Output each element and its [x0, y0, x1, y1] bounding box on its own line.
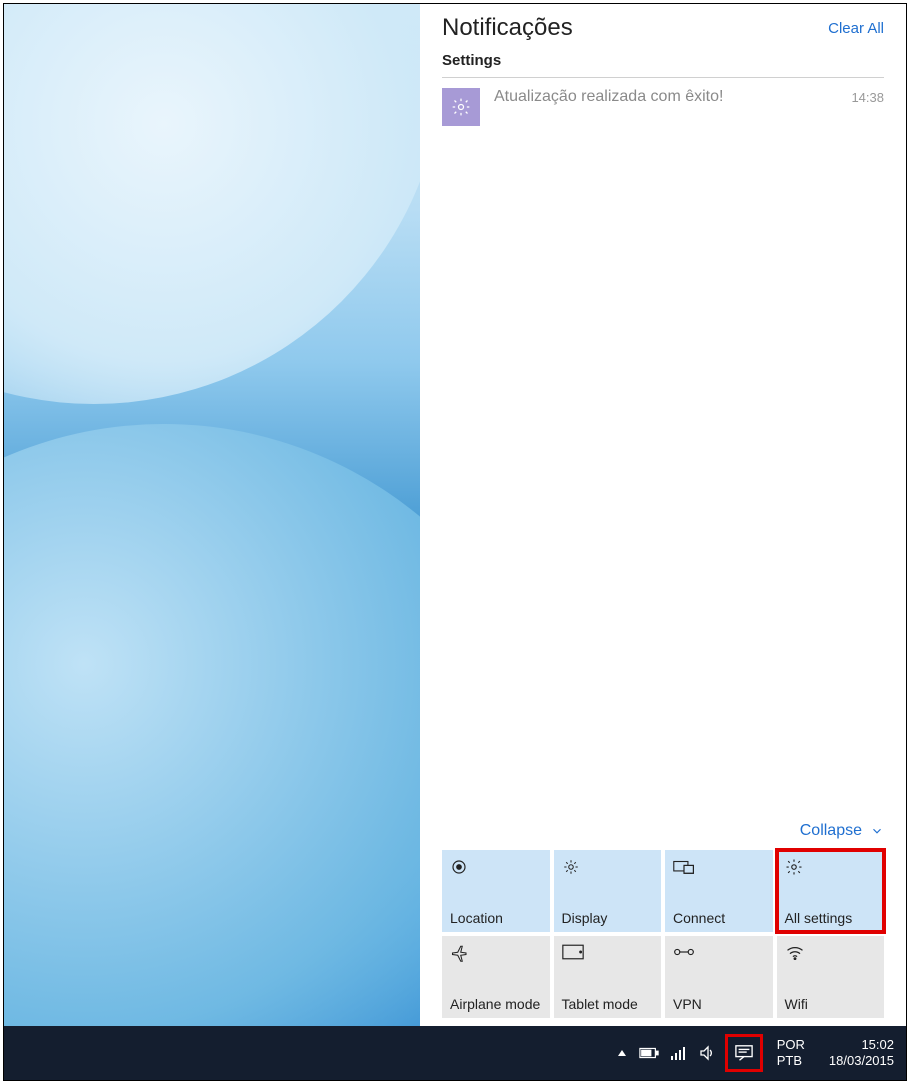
tile-label: Location — [450, 910, 542, 926]
notification-item[interactable]: Atualização realizada com êxito! 14:38 — [420, 78, 906, 136]
system-tray — [617, 1036, 761, 1070]
notification-time: 14:38 — [851, 90, 884, 105]
battery-icon[interactable] — [639, 1047, 659, 1059]
quick-action-tiles: Location Display Connect All settings Ai… — [420, 850, 906, 1028]
clock-date: 18/03/2015 — [829, 1053, 894, 1069]
tile-airplane-mode[interactable]: Airplane mode — [442, 936, 550, 1018]
tile-connect[interactable]: Connect — [665, 850, 773, 932]
tile-tablet-mode[interactable]: Tablet mode — [554, 936, 662, 1018]
tile-label: Connect — [673, 910, 765, 926]
lang-secondary: PTB — [777, 1053, 802, 1069]
clear-all-button[interactable]: Clear All — [828, 20, 884, 37]
tile-wifi[interactable]: Wifi — [777, 936, 885, 1018]
action-center-button[interactable] — [727, 1036, 761, 1070]
tile-label: All settings — [785, 910, 877, 926]
tile-all-settings[interactable]: All settings — [777, 850, 885, 932]
tile-label: Display — [562, 910, 654, 926]
tile-display[interactable]: Display — [554, 850, 662, 932]
show-hidden-icons[interactable] — [617, 1048, 627, 1058]
location-icon — [450, 858, 468, 876]
network-icon[interactable] — [671, 1046, 687, 1060]
tile-label: VPN — [673, 996, 765, 1012]
section-header-settings: Settings — [420, 48, 906, 77]
action-center-icon — [734, 1044, 754, 1062]
taskbar: POR PTB 15:02 18/03/2015 — [4, 1026, 906, 1080]
brightness-icon — [562, 858, 580, 876]
language-indicator[interactable]: POR PTB — [777, 1037, 805, 1068]
chevron-down-icon — [870, 824, 884, 838]
collapse-button[interactable]: Collapse — [420, 816, 906, 850]
notification-text: Atualização realizada com êxito! — [494, 88, 723, 106]
tablet-icon — [562, 944, 584, 960]
desktop-wallpaper — [4, 4, 420, 1028]
volume-icon[interactable] — [699, 1045, 715, 1061]
action-center-panel: Notificações Clear All Settings Atualiza… — [420, 4, 906, 1028]
lang-primary: POR — [777, 1037, 805, 1053]
collapse-label: Collapse — [800, 822, 862, 840]
wifi-icon — [785, 944, 805, 960]
tile-vpn[interactable]: VPN — [665, 936, 773, 1018]
vpn-icon — [673, 944, 695, 960]
connect-icon — [673, 858, 695, 876]
tile-label: Wifi — [785, 996, 877, 1012]
tile-label: Airplane mode — [450, 996, 542, 1012]
panel-title: Notificações — [442, 14, 573, 42]
clock[interactable]: 15:02 18/03/2015 — [829, 1037, 894, 1068]
tile-location[interactable]: Location — [442, 850, 550, 932]
airplane-icon — [450, 944, 470, 962]
clock-time: 15:02 — [861, 1037, 894, 1053]
gear-icon — [442, 88, 480, 126]
tile-label: Tablet mode — [562, 996, 654, 1012]
gear-icon — [785, 858, 803, 876]
